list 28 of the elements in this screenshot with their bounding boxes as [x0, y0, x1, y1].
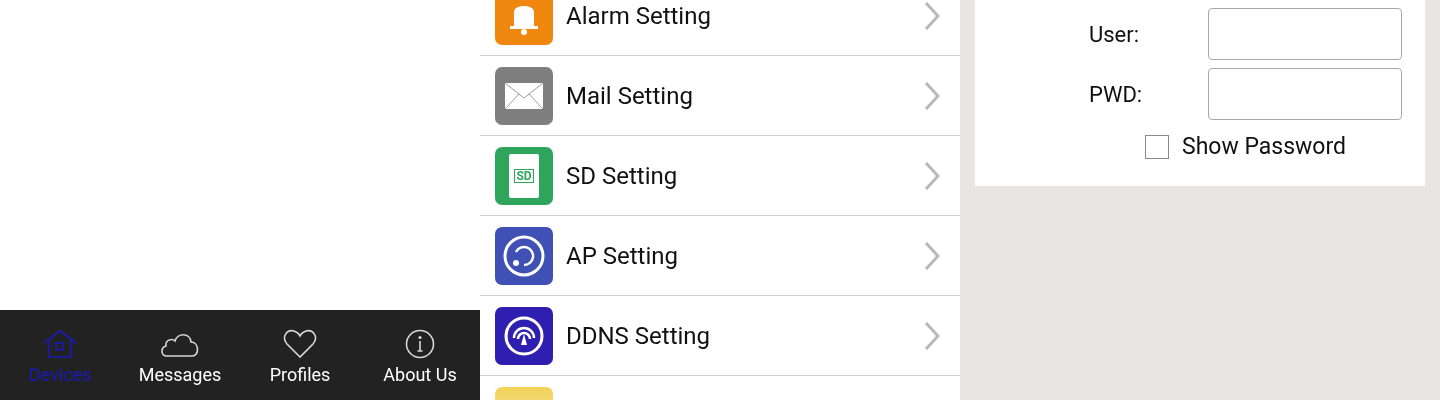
tab[interactable]: Messages — [120, 310, 240, 400]
chevron-icon — [924, 0, 940, 31]
checkbox[interactable] — [1145, 135, 1169, 160]
chevron-icon — [924, 80, 940, 111]
bell-icon — [495, 0, 553, 45]
house-icon — [41, 329, 79, 359]
field-label: PWD: — [1089, 80, 1144, 109]
antenna-icon — [495, 306, 553, 365]
radar-icon — [495, 226, 553, 285]
chevron-icon — [924, 160, 940, 191]
sd-card-icon: SD — [495, 146, 553, 205]
envelope-icon — [495, 66, 553, 125]
chevron-icon — [924, 320, 940, 351]
checkbox-label: Show Password — [1182, 132, 1347, 162]
settings-row[interactable]: Alarm Setting — [480, 0, 960, 56]
input-field[interactable] — [1208, 68, 1402, 120]
heart-icon — [283, 329, 317, 359]
tab[interactable]: About Us — [360, 310, 480, 400]
row-label: Mail Setting — [566, 80, 693, 112]
chevron-icon — [924, 240, 940, 271]
row-label: DDNS Setting — [566, 320, 711, 352]
row-label: Alarm Setting — [566, 0, 711, 32]
row-label: SD Setting — [566, 160, 678, 192]
input-field[interactable] — [1208, 8, 1402, 60]
row-label: AP Setting — [566, 240, 678, 272]
info-icon — [405, 329, 435, 359]
tab[interactable]: Profiles — [240, 310, 360, 400]
field-label: User: — [1089, 20, 1141, 49]
